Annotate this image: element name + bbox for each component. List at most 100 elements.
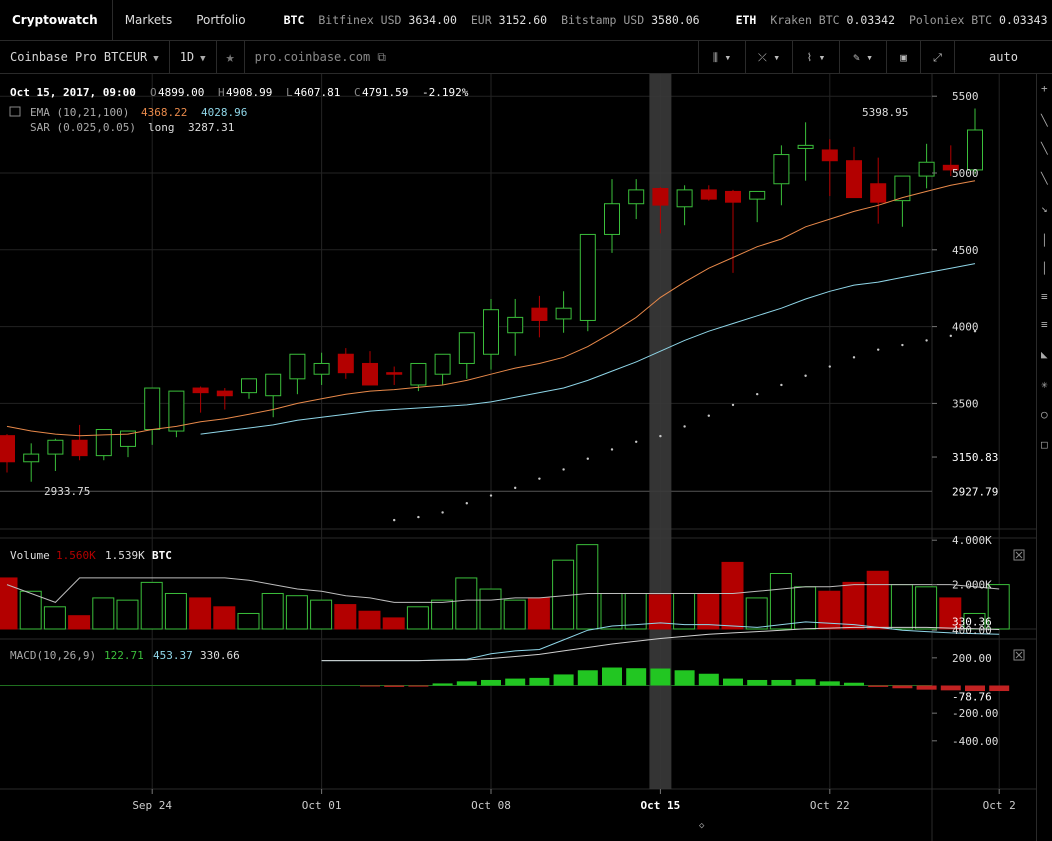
sar-dot [586, 457, 589, 460]
legend-date: Oct 15, 2017, 09:00 [10, 86, 136, 99]
channel-icon[interactable]: ≡ [1041, 318, 1052, 331]
ticker-bitstamp-usd: Bitstamp USD 3580.06 [561, 13, 700, 27]
fullscreen-icon[interactable]: ⤢ [920, 41, 954, 74]
macd-hist-bar [868, 685, 889, 687]
ticker-label: EUR [470, 13, 492, 27]
external-link-icon: ⧉ [377, 49, 386, 64]
candle-body [700, 189, 717, 200]
eth-symbol: ETH [735, 13, 757, 27]
ticker-kraken-btc: Kraken BTC 0.03342 [770, 13, 895, 27]
candle-body [628, 189, 645, 205]
sar-dot [852, 356, 856, 359]
collapse-legend-icon[interactable] [9, 106, 21, 117]
macd-hist-bar [626, 668, 647, 686]
sar-dot [780, 383, 783, 387]
brand-logo[interactable]: Cryptowatch [0, 0, 113, 40]
arrow-line-icon[interactable]: ↘ [1041, 202, 1052, 215]
volume-bar [866, 570, 889, 630]
macd-hist-bar [650, 668, 671, 686]
btc-ticker[interactable]: BTC Bitfinex USD 3634.00 EUR 3152.60 Bit… [274, 13, 710, 27]
candle-body [362, 362, 378, 386]
scroll-handle-icon[interactable]: ◇ [699, 821, 704, 831]
nav-portfolio[interactable]: Portfolio [184, 0, 257, 40]
candle-body [870, 183, 887, 203]
candle-body [289, 353, 306, 380]
rectangle-icon[interactable]: □ [1041, 438, 1052, 451]
macd-hist-bar [384, 685, 405, 687]
eth-ticker[interactable]: ETH Kraken BTC 0.03342 Poloniex BTC 0.03… [726, 13, 1052, 27]
volume-bar [503, 599, 526, 630]
x-tick-label: Oct 22 [810, 799, 850, 812]
sar-dot [901, 343, 904, 347]
pencil-icon[interactable]: ✎ ▾ [839, 41, 886, 74]
ohlc-value: 4791.59 [362, 86, 408, 99]
macd-hist-bar [844, 682, 864, 686]
axis-labels: 5500 5000 4500 4000 3500 3150.83 2927.79 4.000K… [932, 90, 998, 748]
candle-body [579, 233, 596, 321]
current-price-tag: 3150.83 [952, 451, 998, 464]
drawing-tools-sidebar: + ╲ ╲ ╲ ↘ │ │ ≡ ≡ ◣ ✳ ○ □ [1036, 74, 1052, 841]
macd-hist-bar [505, 678, 526, 686]
candle-body [386, 372, 403, 375]
line-tool-icon[interactable]: ⌇ ▾ [792, 41, 839, 74]
volume-bar [213, 606, 236, 630]
macd-hist-bar [747, 679, 768, 686]
volume-bar [576, 544, 599, 630]
candle-body [0, 435, 15, 463]
sar-dot [804, 374, 807, 377]
fib-levels-icon[interactable]: ≡ [1041, 290, 1052, 303]
period-selector[interactable]: 1D ▼ [170, 40, 217, 74]
vertical-line-icon[interactable]: │ [1041, 234, 1052, 247]
market-selector[interactable]: Coinbase Pro BTCEUR ▼ [0, 40, 170, 74]
candle-body [23, 453, 40, 463]
bar-chart-icon[interactable]: ⫼ ▾ [698, 41, 745, 74]
fan-icon[interactable]: ✳ [1041, 378, 1052, 391]
candle-body [458, 332, 475, 364]
plus-icon[interactable]: + [1041, 82, 1052, 95]
macd-hist-bar [723, 678, 743, 686]
volume-bar [479, 588, 502, 630]
chart-type-icon[interactable]: ▣ [886, 41, 920, 74]
nav-markets[interactable]: Markets [113, 0, 185, 40]
ticker-label: Kraken BTC [770, 13, 840, 27]
candle-body [531, 307, 548, 321]
horizontal-line-icon[interactable]: │ [1041, 262, 1052, 275]
crosshair-icon[interactable]: ⤫ ▾ [745, 41, 792, 74]
volume-bar [745, 597, 768, 630]
volume-bar [261, 592, 284, 630]
macd-legend-name: MACD(10,26,9) [10, 649, 96, 662]
chart-toolbar: Coinbase Pro BTCEUR ▼ 1D ▼ ★ pro.coinbase.… [0, 40, 1052, 74]
candle-body [192, 387, 209, 394]
exchange-link[interactable]: pro.coinbase.com ⧉ [245, 41, 396, 74]
chevron-down-icon: ▼ [153, 53, 159, 64]
x-tick-label: Oct 01 [302, 799, 342, 812]
x-tick-label: Oct 15 [641, 799, 681, 812]
price-tick-label: 4500 [952, 244, 979, 257]
macd-hist-bar [577, 670, 598, 686]
ray-line-icon[interactable]: ╲ [1041, 142, 1052, 155]
macd-hist-bar [553, 674, 574, 686]
macd-legend-v1: 122.71 [104, 649, 144, 662]
close-icon [1015, 651, 1023, 659]
candle-body [144, 387, 161, 431]
macd-tick-label: 200.00 [952, 652, 992, 665]
close-icon [1015, 551, 1023, 559]
trend-line-icon[interactable]: ╲ [1041, 114, 1052, 127]
pitchfork-icon[interactable]: ◣ [1041, 348, 1052, 361]
ticker-value: 3580.06 [651, 13, 700, 27]
ellipse-icon[interactable]: ○ [1041, 408, 1052, 421]
ohlc-legend: O 4899.00 H 4908.99 L 4607.81 C 4791.59 [150, 86, 408, 99]
price-chart[interactable]: Oct 15, 2017, 09:00 O 4899.00 H 4908.99 L 460… [0, 74, 1036, 841]
ohlc-key: L [286, 86, 293, 99]
sar-dot [635, 440, 638, 443]
low-marker-label: 2933.75 [44, 485, 90, 498]
extended-line-icon[interactable]: ╲ [1041, 172, 1052, 185]
sar-dot [707, 414, 710, 417]
auto-scale-button[interactable]: auto [954, 41, 1052, 74]
macd-hist-bar [916, 685, 937, 690]
sar-dot [877, 348, 880, 351]
sar-dot [441, 511, 444, 514]
volume-bar [769, 573, 792, 630]
ticker-value: 3634.00 [408, 13, 457, 27]
star-icon[interactable]: ★ [217, 40, 245, 74]
